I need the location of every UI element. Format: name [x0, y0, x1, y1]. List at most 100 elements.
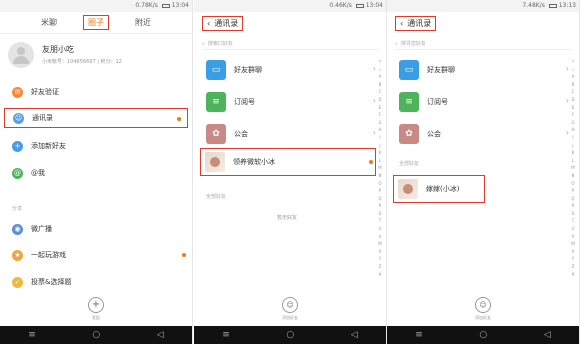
- index-letter[interactable]: P: [569, 187, 577, 195]
- menu-friend-verify[interactable]: ✉ 好友验证: [0, 82, 192, 102]
- index-letter[interactable]: C: [376, 88, 384, 96]
- home-icon[interactable]: ○: [92, 330, 100, 340]
- index-letter[interactable]: F: [569, 111, 577, 119]
- index-letter[interactable]: U: [569, 225, 577, 233]
- index-letter[interactable]: U: [376, 225, 384, 233]
- index-letter[interactable]: X: [376, 248, 384, 256]
- index-letter[interactable]: E: [376, 104, 384, 112]
- profile-card[interactable]: 友朋小吃 小米帐号：104656697 | 积分：12: [8, 42, 188, 72]
- index-letter[interactable]: G: [376, 119, 384, 127]
- index-letter[interactable]: N: [376, 172, 384, 180]
- index-letter[interactable]: Y: [376, 255, 384, 263]
- index-letter[interactable]: Z: [376, 263, 384, 271]
- index-letter[interactable]: S: [376, 210, 384, 218]
- index-letter[interactable]: O: [376, 180, 384, 188]
- index-letter[interactable]: G: [569, 119, 577, 127]
- index-letter[interactable]: #: [376, 271, 384, 279]
- index-letter[interactable]: O: [569, 180, 577, 188]
- alpha-index[interactable]: ↑ ☆ A B C D E F G H I J K L M N O P Q R S T U V W X Y Z #: [569, 58, 577, 278]
- index-letter[interactable]: A: [569, 73, 577, 81]
- row-group-chat[interactable]: ▭ 好友群聊 ›: [194, 56, 380, 84]
- index-letter[interactable]: D: [376, 96, 384, 104]
- menu-icon[interactable]: ≡: [28, 330, 36, 340]
- index-letter[interactable]: T: [376, 217, 384, 225]
- index-letter[interactable]: ↑: [376, 58, 384, 66]
- back-title[interactable]: ‹ 通讯录: [395, 15, 437, 31]
- index-letter[interactable]: J: [376, 142, 384, 150]
- row-adopt-xiaoice[interactable]: 领养微软小冰: [200, 148, 376, 176]
- index-letter[interactable]: V: [569, 233, 577, 241]
- index-letter[interactable]: V: [376, 233, 384, 241]
- index-letter[interactable]: Y: [569, 255, 577, 263]
- row-friend-xiaoice[interactable]: 嫁嫁(小冰): [393, 175, 485, 203]
- index-letter[interactable]: F: [376, 111, 384, 119]
- index-letter[interactable]: Z: [569, 263, 577, 271]
- index-letter[interactable]: R: [569, 202, 577, 210]
- index-letter[interactable]: R: [376, 202, 384, 210]
- index-letter[interactable]: P: [376, 187, 384, 195]
- index-letter[interactable]: ☆: [569, 66, 577, 74]
- index-letter[interactable]: B: [376, 81, 384, 89]
- back-title[interactable]: ‹ 通讯录: [202, 15, 244, 31]
- index-letter[interactable]: L: [376, 157, 384, 165]
- menu-games[interactable]: ★ 一起玩游戏: [0, 245, 192, 265]
- index-letter[interactable]: K: [569, 149, 577, 157]
- index-letter[interactable]: E: [569, 104, 577, 112]
- menu-add-friend[interactable]: + 添加新好友: [0, 136, 192, 156]
- index-letter[interactable]: #: [569, 271, 577, 279]
- network-speed: 7.48K/s: [522, 2, 545, 9]
- index-letter[interactable]: W: [376, 240, 384, 248]
- index-letter[interactable]: L: [569, 157, 577, 165]
- index-letter[interactable]: I: [376, 134, 384, 142]
- menu-broadcast[interactable]: ◉ 微广播: [0, 219, 192, 239]
- menu-contacts[interactable]: ☺ 通讯录: [4, 108, 188, 128]
- index-letter[interactable]: X: [569, 248, 577, 256]
- index-letter[interactable]: D: [569, 96, 577, 104]
- index-letter[interactable]: Q: [376, 195, 384, 203]
- index-letter[interactable]: B: [569, 81, 577, 89]
- menu-vote[interactable]: ✓ 投票&选择题: [0, 272, 192, 292]
- alpha-index[interactable]: ↑ ☆ A B C D E F G H I J K L M N O P Q R S T U V W X Y Z #: [376, 58, 384, 278]
- search-bar[interactable]: ⌕ 搜寻您好友: [395, 38, 571, 50]
- search-bar[interactable]: ⌕ 搜索口好友: [202, 38, 378, 50]
- row-subscriptions[interactable]: ≡ 订阅号 ›: [194, 88, 380, 116]
- back-icon[interactable]: ◁: [351, 330, 358, 340]
- home-icon[interactable]: ○: [479, 330, 487, 340]
- index-letter[interactable]: C: [569, 88, 577, 96]
- index-letter[interactable]: ↑: [569, 58, 577, 66]
- menu-icon[interactable]: ≡: [415, 330, 423, 340]
- index-letter[interactable]: I: [569, 134, 577, 142]
- index-letter[interactable]: J: [569, 142, 577, 150]
- home-icon[interactable]: ○: [286, 330, 294, 340]
- index-letter[interactable]: Q: [569, 195, 577, 203]
- index-letter[interactable]: T: [569, 217, 577, 225]
- back-icon[interactable]: ◁: [157, 330, 164, 340]
- index-letter[interactable]: H: [569, 126, 577, 134]
- create-button[interactable]: +: [88, 297, 104, 313]
- add-friend-button[interactable]: ☺: [475, 297, 491, 313]
- index-letter[interactable]: K: [376, 149, 384, 157]
- index-letter[interactable]: ☆: [376, 66, 384, 74]
- index-letter[interactable]: N: [569, 172, 577, 180]
- vote-icon: ✓: [12, 276, 23, 288]
- row-label: 好友群聊: [234, 66, 262, 74]
- tab-circle[interactable]: 圈子: [83, 15, 109, 30]
- tab-nearby[interactable]: 附近: [135, 17, 151, 28]
- index-letter[interactable]: W: [569, 240, 577, 248]
- tab-miliao[interactable]: 米聊: [41, 17, 57, 28]
- menu-mentions[interactable]: @ @我: [0, 163, 192, 183]
- plus-icon: +: [12, 140, 23, 152]
- index-letter[interactable]: M: [376, 164, 384, 172]
- index-letter[interactable]: S: [569, 210, 577, 218]
- index-letter[interactable]: M: [569, 164, 577, 172]
- row-group-chat[interactable]: ▭ 好友群聊 ›: [387, 56, 573, 84]
- menu-icon[interactable]: ≡: [222, 330, 230, 340]
- screen-circle: 0.78K/s 13:04 米聊 圈子 附近 友朋小吃 小米帐号：1046566…: [0, 0, 193, 344]
- add-friend-button[interactable]: ☺: [282, 297, 298, 313]
- row-guild[interactable]: ✿ 公会 ›: [194, 120, 380, 148]
- back-icon[interactable]: ◁: [544, 330, 551, 340]
- index-letter[interactable]: A: [376, 73, 384, 81]
- row-subscriptions[interactable]: ≡ 订阅号 ›: [387, 88, 573, 116]
- row-guild[interactable]: ✿ 公会 ›: [387, 120, 573, 148]
- index-letter[interactable]: H: [376, 126, 384, 134]
